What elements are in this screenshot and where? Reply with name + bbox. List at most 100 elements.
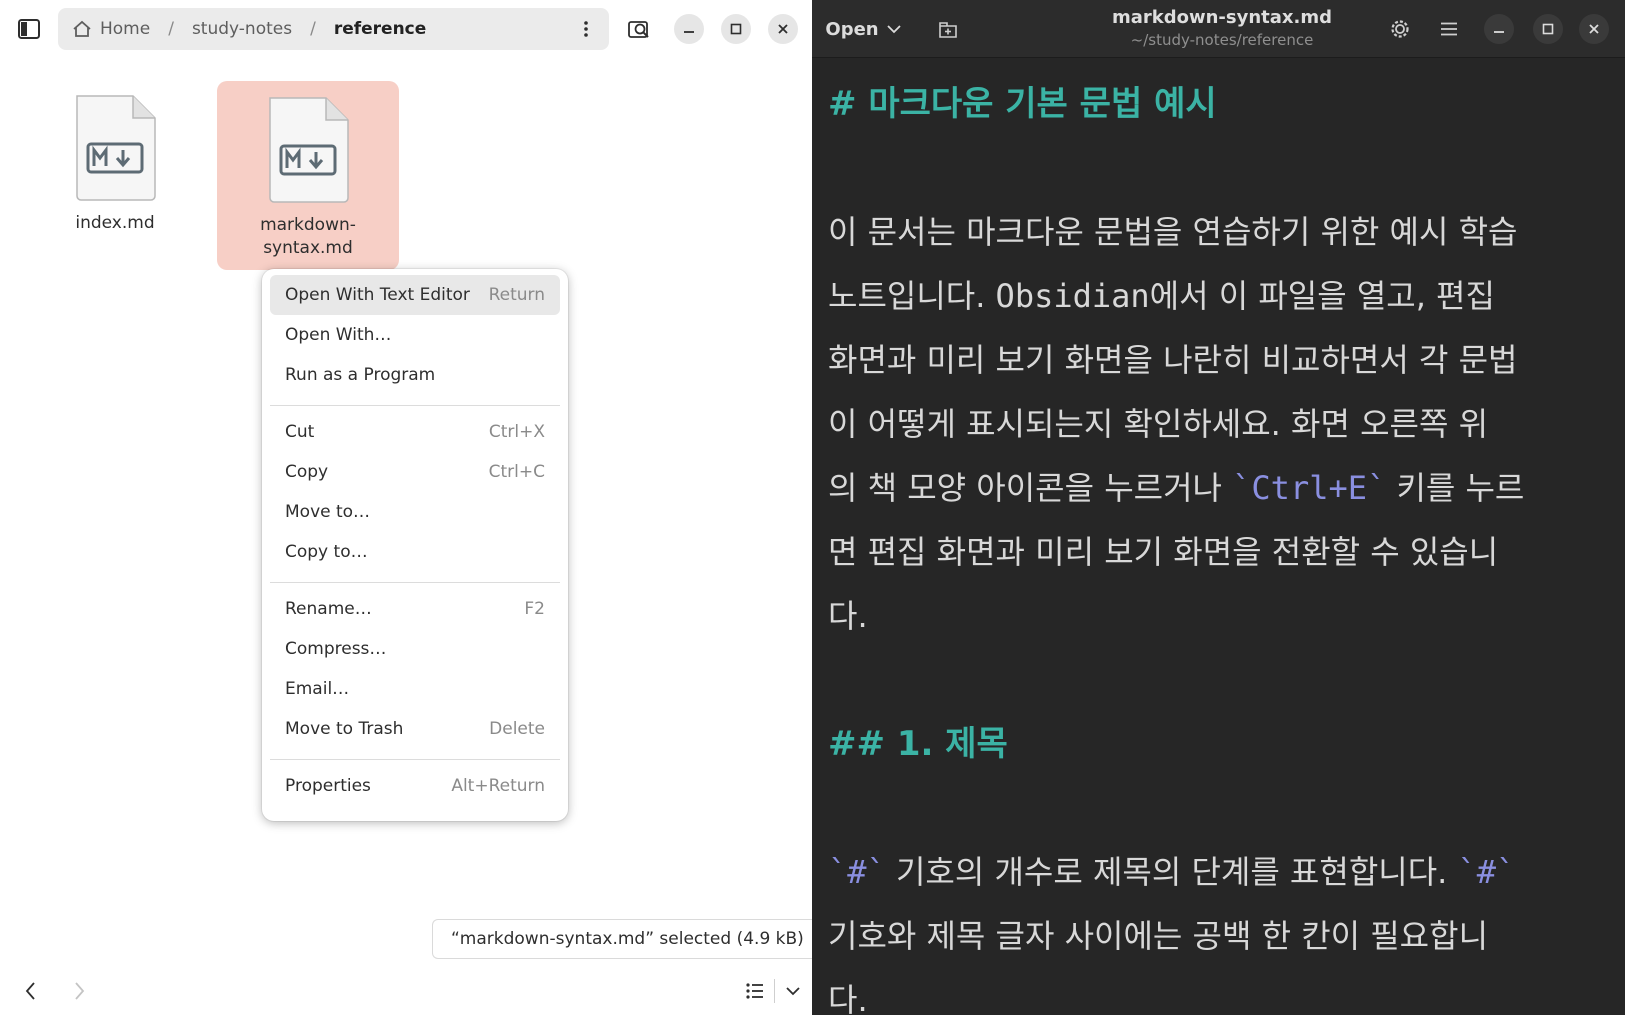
menu-separator bbox=[270, 405, 560, 406]
markdown-heading-1: # 마크다운 기본 문법 예시 bbox=[828, 84, 1217, 124]
paragraph-2: `#` 기호의 개수로 제목의 단계를 표현합니다. `#` 기호와 제목 글자… bbox=[828, 840, 1618, 1015]
editor-header: Open markdown-syntax.md ~/study-notes/re… bbox=[812, 0, 1625, 58]
menu-move-to-trash[interactable]: Move to Trash Delete bbox=[270, 709, 560, 749]
menu-item-label: Copy bbox=[285, 462, 329, 482]
breadcrumb-home[interactable]: Home bbox=[72, 19, 150, 39]
selection-status: “markdown-syntax.md” selected (4.9 kB) bbox=[432, 919, 812, 959]
menu-run-as-program[interactable]: Run as a Program bbox=[270, 355, 560, 395]
menu-move-to[interactable]: Move to… bbox=[270, 492, 560, 532]
menu-separator bbox=[270, 582, 560, 583]
view-separator bbox=[774, 979, 775, 1003]
menu-copy[interactable]: Copy Ctrl+C bbox=[270, 452, 560, 492]
new-tab-icon[interactable] bbox=[932, 14, 964, 46]
menu-item-label: Move to… bbox=[285, 502, 371, 522]
text-span: 노트입니다. bbox=[828, 277, 996, 315]
breadcrumb: Home / study-notes / reference bbox=[58, 8, 609, 50]
open-button-label: Open bbox=[825, 18, 879, 40]
sidebar-toggle-icon[interactable] bbox=[10, 11, 48, 47]
text-line: 이 어떻게 표시되는지 확인하세요. 화면 오른쪽 위 bbox=[828, 405, 1489, 443]
text-line: 의 책 모양 아이콘을 누르거나 `Ctrl+E` 키를 누르 bbox=[828, 456, 1618, 520]
text-line: 기호와 제목 글자 사이에는 공백 한 칸이 필요합니 bbox=[828, 917, 1489, 955]
text-span: 에서 이 파일을 열고, 편집 bbox=[1149, 277, 1495, 315]
text-line: 노트입니다. Obsidian에서 이 파일을 열고, 편집 bbox=[828, 264, 1618, 328]
menu-open-with[interactable]: Open With… bbox=[270, 315, 560, 355]
paragraph-1: 이 문서는 마크다운 문법을 연습하기 위한 예시 학습 노트입니다. Obsi… bbox=[828, 200, 1618, 648]
gear-icon[interactable] bbox=[1383, 12, 1417, 46]
text-line: 화면과 미리 보기 화면을 나란히 비교하면서 각 문법 bbox=[828, 341, 1518, 379]
text-line: `#` 기호의 개수로 제목의 단계를 표현합니다. `#` bbox=[828, 840, 1618, 904]
menu-properties[interactable]: Properties Alt+Return bbox=[270, 766, 560, 806]
text-line: 다. bbox=[828, 597, 868, 635]
inline-code: `#` bbox=[1457, 853, 1516, 891]
text-span: 키를 누르 bbox=[1386, 469, 1525, 507]
inline-code: `#` bbox=[828, 853, 886, 891]
breadcrumb-reference[interactable]: reference bbox=[334, 19, 426, 39]
menu-cut[interactable]: Cut Ctrl+X bbox=[270, 412, 560, 452]
file-manager-bottom-bar bbox=[0, 967, 812, 1015]
menu-item-label: Email… bbox=[285, 679, 350, 699]
text-line: 다. bbox=[828, 981, 868, 1015]
breadcrumb-menu-icon[interactable] bbox=[573, 16, 599, 42]
minimize-icon[interactable] bbox=[674, 14, 704, 44]
markdown-file-icon bbox=[269, 97, 349, 203]
file-index-md[interactable]: index.md bbox=[60, 92, 170, 235]
close-icon[interactable] bbox=[1579, 14, 1609, 44]
text-span: 의 책 모양 아이콘을 누르거나 bbox=[828, 469, 1233, 507]
minimize-icon[interactable] bbox=[1484, 14, 1514, 44]
markdown-file-icon bbox=[76, 95, 156, 201]
menu-compress[interactable]: Compress… bbox=[270, 629, 560, 669]
menu-separator bbox=[270, 759, 560, 760]
list-view-icon[interactable] bbox=[740, 975, 770, 1007]
menu-email[interactable]: Email… bbox=[270, 669, 560, 709]
menu-item-label: Open With… bbox=[285, 325, 392, 345]
document-path: ~/study-notes/reference bbox=[1130, 31, 1314, 49]
maximize-icon[interactable] bbox=[1533, 14, 1563, 44]
file-markdown-syntax-md[interactable]: markdown- syntax.md bbox=[217, 81, 399, 270]
breadcrumb-study-notes[interactable]: study-notes bbox=[192, 19, 292, 39]
file-manager-window: Home / study-notes / reference index.md … bbox=[0, 0, 812, 1015]
menu-open-with-text-editor[interactable]: Open With Text Editor Return bbox=[270, 275, 560, 315]
menu-item-label: Cut bbox=[285, 422, 315, 442]
maximize-icon[interactable] bbox=[721, 14, 751, 44]
menu-item-label: Open With Text Editor bbox=[285, 285, 470, 305]
file-name: markdown- syntax.md bbox=[260, 214, 356, 260]
editor-text-area[interactable]: # 마크다운 기본 문법 예시 이 문서는 마크다운 문법을 연습하기 위한 예… bbox=[828, 72, 1618, 1015]
forward-arrow-icon[interactable] bbox=[64, 973, 96, 1009]
open-button[interactable]: Open bbox=[822, 12, 904, 46]
menu-item-label: Move to Trash bbox=[285, 719, 404, 739]
editor-title: markdown-syntax.md ~/study-notes/referen… bbox=[1012, 6, 1432, 50]
file-name-line-1: markdown- bbox=[260, 215, 356, 235]
close-icon[interactable] bbox=[768, 14, 798, 44]
menu-item-accel: Alt+Return bbox=[451, 776, 545, 796]
menu-item-label: Compress… bbox=[285, 639, 387, 659]
breadcrumb-home-label: Home bbox=[100, 19, 151, 39]
file-manager-header: Home / study-notes / reference bbox=[0, 0, 812, 58]
markdown-heading-2: ## 1. 제목 bbox=[828, 724, 1008, 764]
menu-item-label: Rename… bbox=[285, 599, 372, 619]
text-span: Obsidian bbox=[995, 277, 1150, 315]
breadcrumb-reference-label: reference bbox=[333, 19, 427, 39]
menu-item-accel: Ctrl+X bbox=[488, 422, 545, 442]
menu-copy-to[interactable]: Copy to… bbox=[270, 532, 560, 572]
menu-rename[interactable]: Rename… F2 bbox=[270, 589, 560, 629]
document-title: markdown-syntax.md bbox=[1111, 7, 1333, 28]
inline-code: `Ctrl+E` bbox=[1232, 469, 1387, 507]
text-editor-window: Open markdown-syntax.md ~/study-notes/re… bbox=[812, 0, 1625, 1015]
menu-item-accel: Ctrl+C bbox=[488, 462, 545, 482]
home-icon bbox=[73, 20, 91, 37]
breadcrumb-separator: / bbox=[168, 19, 174, 39]
file-name: index.md bbox=[75, 213, 155, 233]
menu-item-accel: Delete bbox=[489, 719, 545, 739]
hamburger-menu-icon[interactable] bbox=[1432, 12, 1466, 46]
search-folder-icon[interactable] bbox=[621, 12, 657, 46]
back-arrow-icon[interactable] bbox=[14, 973, 46, 1009]
file-name-line-2: syntax.md bbox=[263, 238, 353, 258]
menu-item-accel: F2 bbox=[524, 599, 545, 619]
text-span: 기호의 개수로 제목의 단계를 표현합니다. bbox=[885, 853, 1458, 891]
chevron-down-icon[interactable] bbox=[778, 975, 808, 1007]
text-line: 이 문서는 마크다운 문법을 연습하기 위한 예시 학습 bbox=[828, 213, 1518, 251]
menu-item-accel: Return bbox=[488, 285, 545, 305]
